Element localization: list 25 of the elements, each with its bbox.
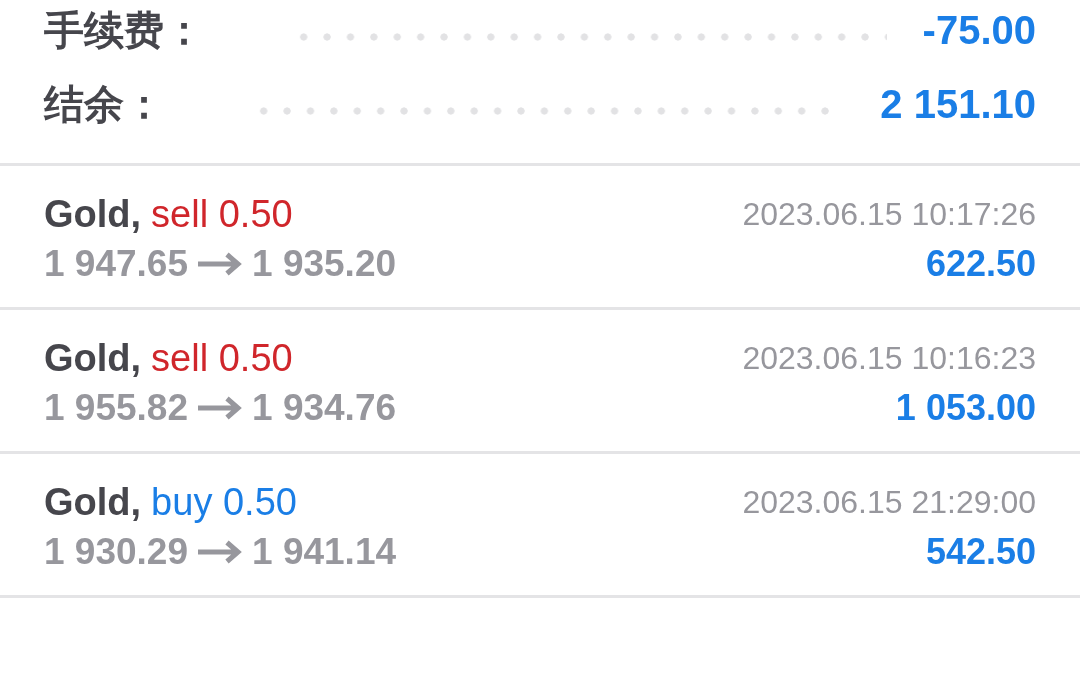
open-price: 1 947.65 [44,242,189,286]
arrow-right-icon [198,252,243,276]
trade-time: 2023.06.15 10:16:23 [742,339,1036,378]
trade-symbol: Gold, [44,480,142,525]
close-price: 1 941.14 [252,530,397,574]
trade-order: buy 0.50 [151,480,297,525]
trade-time: 2023.06.15 10:17:26 [742,195,1036,234]
arrow-right-icon [198,540,243,564]
summary-label: 结余： [44,81,164,128]
open-price: 1 930.29 [44,530,189,574]
trade-order: sell 0.50 [151,192,293,237]
trade-profit: 1 053.00 [895,386,1036,430]
trade-order: sell 0.50 [151,336,293,381]
trade-profit: 622.50 [925,242,1036,286]
summary-value: -75.00 [922,7,1036,54]
arrow-right-icon [198,396,243,420]
close-price: 1 934.76 [252,386,397,430]
summary-label: 手续费： [44,7,204,54]
trade-time: 2023.06.15 21:29:00 [742,483,1036,522]
trade-symbol: Gold, [44,192,142,237]
open-price: 1 955.82 [44,386,189,430]
summary-value: 2 151.10 [880,81,1036,128]
close-price: 1 935.20 [252,242,397,286]
trade-symbol: Gold, [44,336,142,381]
trade-profit: 542.50 [925,530,1036,574]
